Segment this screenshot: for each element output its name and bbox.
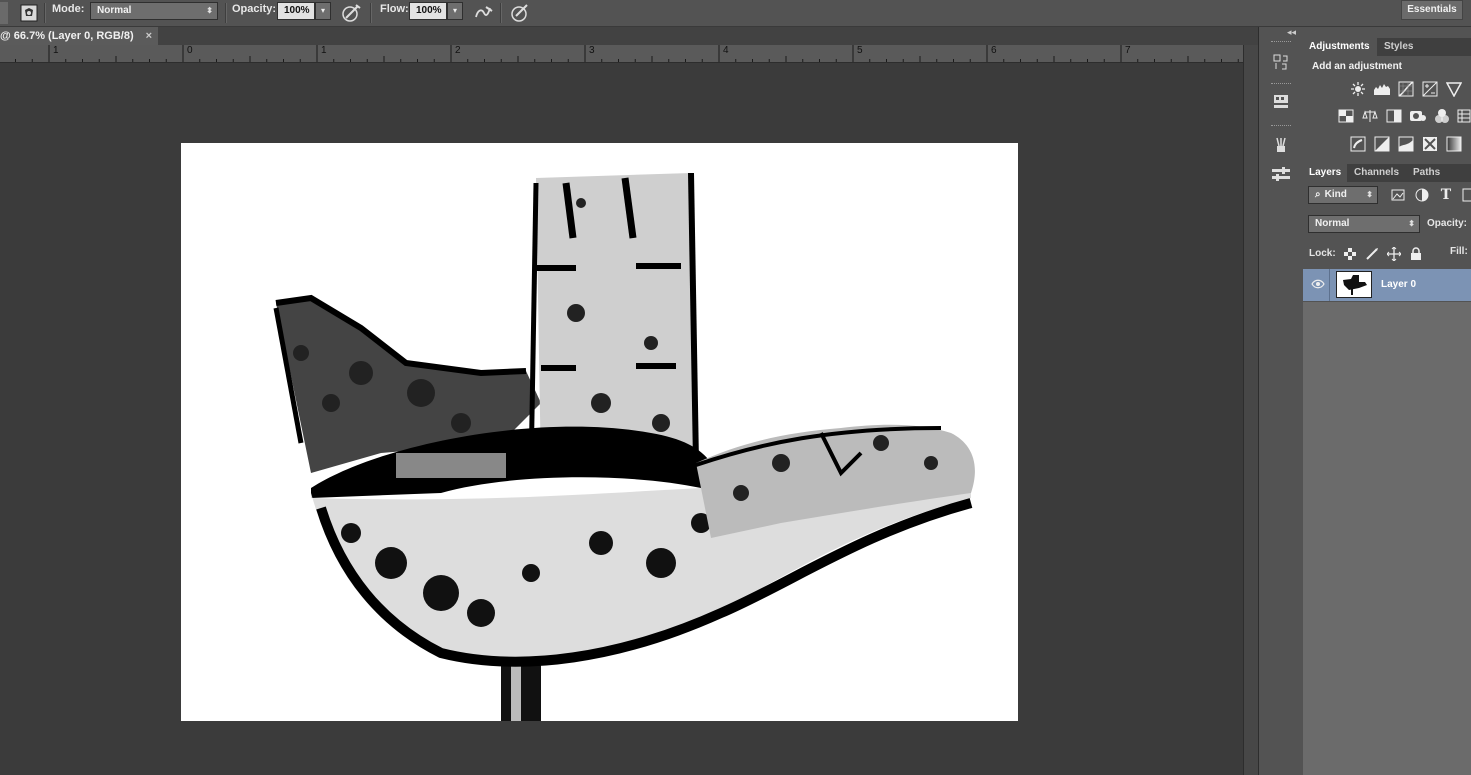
pressure-size-icon[interactable]	[508, 2, 534, 24]
lock-image-brush-icon[interactable]	[1363, 245, 1381, 263]
opacity-field[interactable]: 100%	[277, 2, 315, 20]
document-tab[interactable]: @ 66.7% (Layer 0, RGB/8) ×	[0, 27, 158, 45]
gradient-map-icon[interactable]	[1445, 135, 1463, 153]
options-bar: Mode: Normal ⬍ Opacity: 100% ▾ Flow: 100…	[0, 0, 1471, 27]
document-canvas[interactable]	[181, 143, 1018, 721]
divider	[1329, 269, 1330, 301]
layer-row[interactable]: Layer 0	[1303, 269, 1471, 301]
dropdown-arrows-icon: ⬍	[206, 6, 213, 15]
ruler-label: 1	[321, 45, 327, 56]
invert-icon[interactable]	[1349, 135, 1367, 153]
mode-label: Mode:	[52, 3, 85, 15]
lock-transparent-icon[interactable]	[1341, 245, 1359, 263]
opacity-value: 100%	[284, 5, 310, 16]
open-hand-image	[273, 172, 975, 721]
tool-presets-icon[interactable]	[1268, 163, 1294, 185]
tab-paths[interactable]: Paths	[1407, 164, 1447, 182]
curves-icon[interactable]	[1397, 80, 1415, 98]
tab-layers[interactable]: Layers	[1303, 164, 1347, 182]
document-tab-title: @ 66.7% (Layer 0, RGB/8)	[0, 30, 134, 42]
posterize-icon[interactable]	[1373, 135, 1391, 153]
lock-label: Lock:	[1309, 248, 1336, 259]
layers-tabbar: Layers Channels Paths	[1303, 164, 1471, 182]
filter-adjustment-icon[interactable]	[1413, 186, 1431, 204]
channel-mixer-icon[interactable]	[1433, 107, 1451, 125]
flow-label: Flow:	[380, 3, 409, 15]
separator	[500, 3, 502, 23]
close-icon[interactable]: ×	[146, 27, 152, 45]
strip-grip[interactable]	[1271, 83, 1291, 87]
ruler-label: 7	[1125, 45, 1131, 56]
ruler-label: 6	[991, 45, 997, 56]
opacity-label: Opacity:	[232, 3, 277, 15]
layer-name[interactable]: Layer 0	[1381, 279, 1416, 290]
document-tab-strip	[0, 27, 1258, 45]
ruler-label: 0	[187, 45, 193, 56]
horizontal-ruler[interactable]: 1 0 1 2 3 4 5 6 7	[0, 45, 1243, 63]
mode-value: Normal	[97, 5, 132, 16]
photo-filter-icon[interactable]	[1409, 107, 1427, 125]
ruler-label: 3	[589, 45, 595, 56]
exposure-icon[interactable]	[1421, 80, 1439, 98]
opacity-slider-toggle[interactable]: ▾	[315, 2, 331, 20]
tool-preset-edge[interactable]	[0, 2, 8, 24]
blend-mode-dropdown[interactable]: Normal ⬍	[1308, 215, 1420, 233]
ruler-label: 5	[857, 45, 863, 56]
selective-color-icon[interactable]	[1421, 135, 1439, 153]
properties-icon[interactable]	[1268, 91, 1294, 113]
ruler-label: 4	[723, 45, 729, 56]
black-white-icon[interactable]	[1385, 107, 1403, 125]
filter-kind-value: Kind	[1324, 189, 1347, 200]
airbrush-icon[interactable]	[470, 2, 496, 24]
tab-styles[interactable]: Styles	[1378, 38, 1424, 56]
mode-dropdown[interactable]: Normal ⬍	[90, 2, 218, 20]
flow-field[interactable]: 100%	[409, 2, 447, 20]
right-panels: Adjustments Styles Add an adjustment Lay…	[1303, 27, 1471, 775]
vertical-scrollbar[interactable]	[1243, 45, 1259, 775]
brightness-contrast-icon[interactable]	[1349, 80, 1367, 98]
strip-grip[interactable]	[1271, 41, 1291, 45]
dropdown-arrows-icon: ⬍	[1366, 190, 1373, 199]
lock-position-move-icon[interactable]	[1385, 245, 1403, 263]
dropdown-arrows-icon: ⬍	[1408, 219, 1415, 228]
threshold-icon[interactable]	[1397, 135, 1415, 153]
fill-label: Fill:	[1450, 246, 1468, 257]
layer-thumbnail[interactable]	[1336, 271, 1372, 298]
panel-icon-strip: ◂◂	[1258, 27, 1304, 775]
hue-saturation-icon[interactable]	[1337, 107, 1355, 125]
adjustments-tabbar: Adjustments Styles	[1303, 38, 1471, 56]
flow-slider-toggle[interactable]: ▾	[447, 2, 463, 20]
strip-grip[interactable]	[1271, 125, 1291, 129]
separator	[44, 3, 46, 23]
ruler-label: 2	[455, 45, 461, 56]
layers-list-empty-area[interactable]	[1303, 302, 1471, 775]
brush-preset-icon[interactable]	[16, 2, 42, 24]
blend-mode-value: Normal	[1315, 218, 1350, 229]
adjustments-heading: Add an adjustment	[1312, 61, 1403, 72]
filter-shape-icon[interactable]	[1459, 186, 1471, 204]
history-icon[interactable]	[1268, 51, 1294, 73]
separator	[225, 3, 227, 23]
layer-filter-kind[interactable]: ⌕ Kind ⬍	[1308, 186, 1378, 204]
lock-all-icon[interactable]	[1407, 245, 1425, 263]
filter-pixel-icon[interactable]	[1389, 186, 1407, 204]
color-balance-icon[interactable]	[1361, 107, 1379, 125]
ruler-label: 1	[53, 45, 59, 56]
vibrance-icon[interactable]	[1445, 80, 1463, 98]
tab-adjustments[interactable]: Adjustments	[1303, 38, 1377, 56]
filter-type-icon[interactable]: T	[1437, 186, 1455, 204]
search-icon: ⌕	[1315, 189, 1321, 200]
tab-channels[interactable]: Channels	[1348, 164, 1408, 182]
visibility-eye-icon[interactable]	[1311, 279, 1325, 292]
pressure-opacity-icon[interactable]	[339, 2, 365, 24]
separator	[370, 3, 372, 23]
color-lookup-icon[interactable]	[1455, 107, 1471, 125]
collapse-icon[interactable]: ◂◂	[1287, 27, 1296, 38]
levels-icon[interactable]	[1373, 80, 1391, 98]
brush-panel-icon[interactable]	[1268, 134, 1294, 156]
workspace-switcher[interactable]: Essentials	[1401, 0, 1463, 20]
flow-value: 100%	[416, 5, 442, 16]
layer-opacity-label: Opacity:	[1427, 218, 1468, 229]
